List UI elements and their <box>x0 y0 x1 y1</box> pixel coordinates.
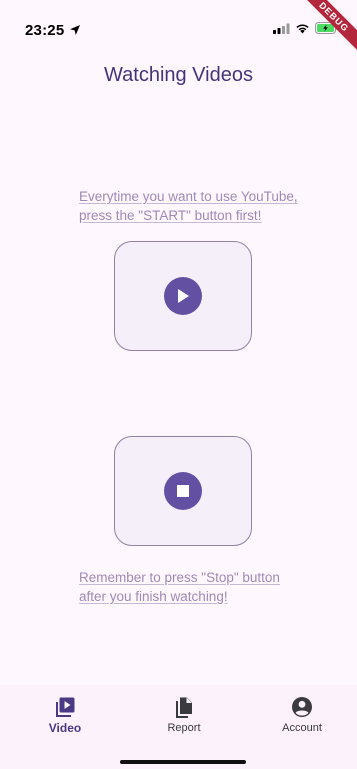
bottom-navigation: Video Report Account <box>0 685 357 769</box>
account-icon <box>292 697 312 717</box>
nav-item-video[interactable]: Video <box>20 696 110 735</box>
wifi-icon <box>296 23 309 33</box>
stop-instruction: Remember to press "Stop" button after yo… <box>79 568 339 606</box>
start-button[interactable] <box>114 241 252 351</box>
video-library-icon <box>56 697 75 717</box>
stop-instruction-line: after you finish watching! <box>79 589 228 604</box>
start-instruction: Everytime you want to use YouTube, press… <box>79 187 339 225</box>
status-time: 23:25 <box>25 22 65 39</box>
stop-button[interactable] <box>114 436 252 546</box>
status-icons <box>273 22 339 34</box>
nav-label-video: Video <box>48 721 82 735</box>
play-icon <box>164 277 202 315</box>
report-icon <box>176 697 192 718</box>
nav-item-account[interactable]: Account <box>257 696 347 734</box>
nav-label-account: Account <box>282 722 322 734</box>
start-instruction-line: Everytime you want to use YouTube, <box>79 189 298 204</box>
home-indicator[interactable] <box>120 760 246 764</box>
signal-icon <box>273 23 290 34</box>
status-bar: 23:25 DEBUG <box>0 0 357 54</box>
nav-item-report[interactable]: Report <box>139 696 229 734</box>
page-title: Watching Videos <box>104 64 253 86</box>
stop-icon <box>164 472 202 510</box>
stop-instruction-line: Remember to press "Stop" button <box>79 570 280 585</box>
start-instruction-line: press the "START" button first! <box>79 208 262 223</box>
nav-label-report: Report <box>167 722 201 734</box>
location-arrow-icon <box>70 25 80 35</box>
